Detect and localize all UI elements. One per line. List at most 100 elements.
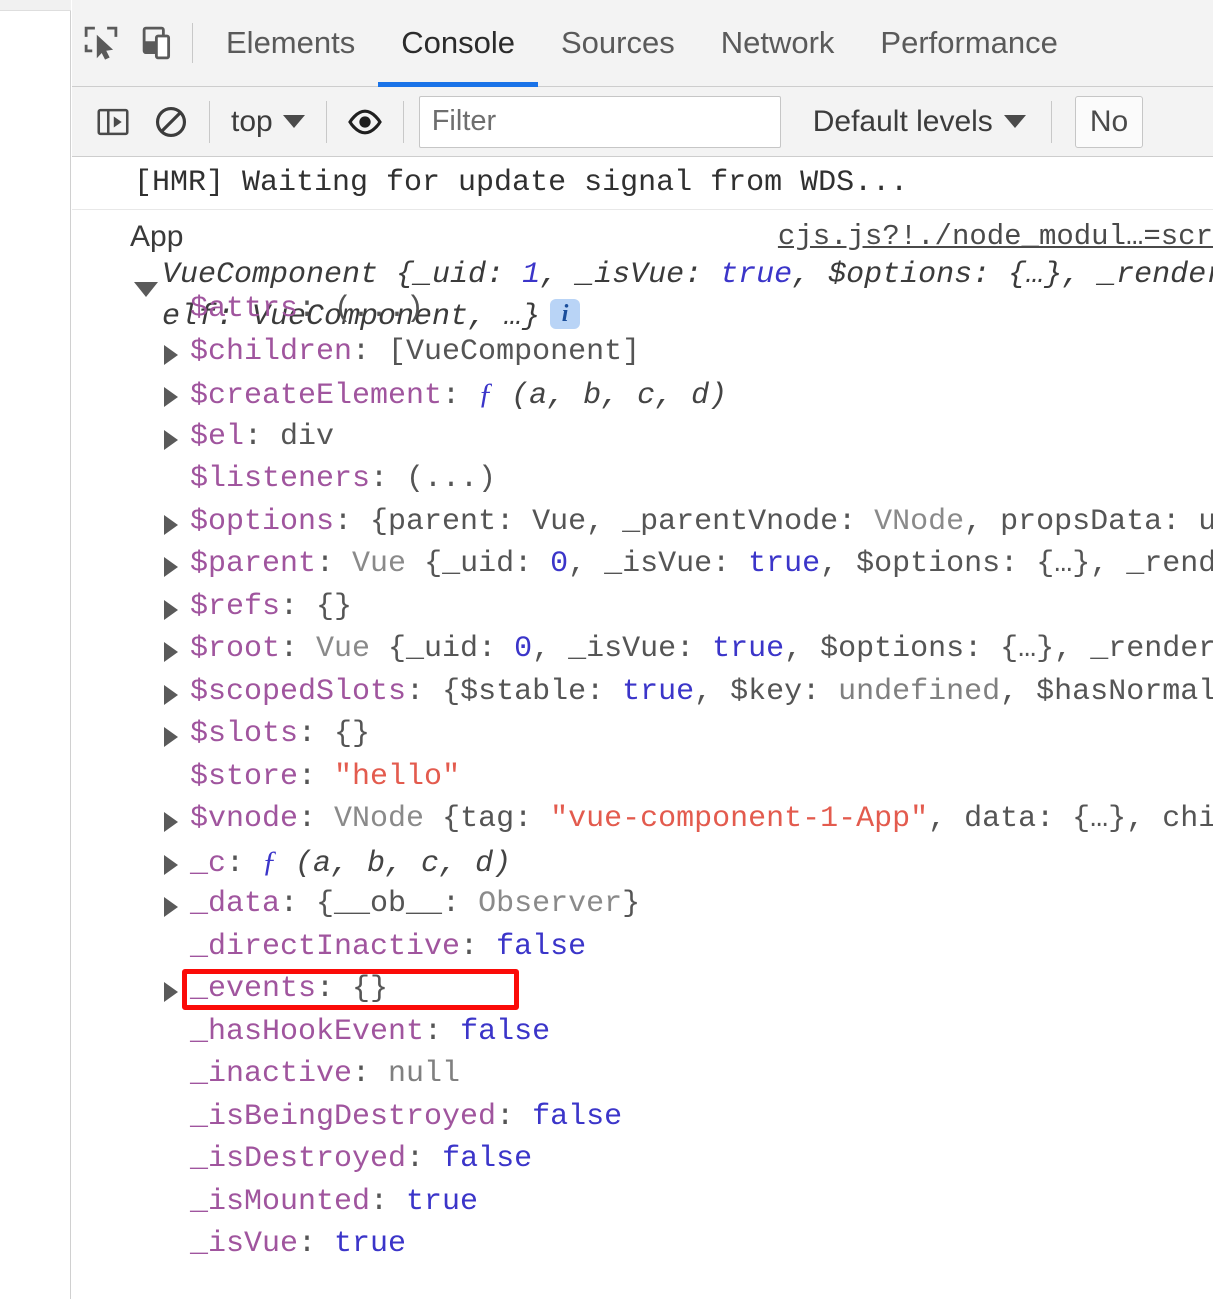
property-row[interactable]: _isMounted: true	[72, 1181, 1213, 1224]
property-key: _directInactive	[190, 929, 461, 964]
property-value-part: {parent: Vue, _parentVnode:	[370, 504, 875, 539]
object-property-list: $attrs: (...) $children: [VueComponent] $c…	[72, 288, 1213, 1266]
clear-console-icon[interactable]	[142, 91, 200, 153]
property-key: $parent	[190, 547, 317, 581]
property-row[interactable]: $listeners: (...)	[72, 458, 1213, 501]
property-value-part: {_uid:	[406, 547, 551, 581]
property-colon: :	[280, 632, 317, 666]
log-origin-label: App	[130, 220, 184, 253]
expand-triangle-icon[interactable]	[164, 982, 178, 1002]
property-colon: :	[442, 379, 479, 413]
console-output[interactable]: [HMR] Waiting for update signal from WDS…	[72, 157, 1213, 1298]
property-key: $slots	[190, 717, 299, 751]
expand-triangle-icon[interactable]	[164, 642, 178, 662]
tab-performance[interactable]: Performance	[857, 0, 1080, 87]
property-value-part: {__ob__:	[316, 887, 479, 921]
property-key: $listeners	[190, 462, 371, 496]
property-key: $store	[190, 759, 299, 794]
source-location-link[interactable]: cjs.js?!./node_modul…=scr	[778, 216, 1213, 258]
property-row[interactable]: _data: {__ob__: Observer}	[72, 883, 1213, 926]
property-colon: :	[298, 717, 335, 751]
expand-triangle-icon[interactable]	[164, 684, 178, 705]
filter-input[interactable]: Filter	[418, 95, 781, 148]
property-value-part: , _isVue:	[568, 547, 749, 581]
toolbar-divider-1	[209, 100, 210, 143]
property-key: _isBeingDestroyed	[190, 1099, 497, 1134]
property-colon: :	[406, 674, 443, 709]
property-row[interactable]: $slots: {}	[72, 713, 1213, 756]
property-key: $options	[190, 504, 335, 539]
preview-isvue-value: true	[720, 258, 793, 292]
property-row[interactable]: $attrs: (...)	[72, 288, 1213, 331]
console-toolbar: top Filter Default levels No	[72, 87, 1213, 157]
property-value-part: (...)	[334, 292, 425, 326]
property-value-part: , $key:	[694, 674, 839, 709]
tab-elements[interactable]: Elements	[203, 0, 378, 87]
expand-triangle-icon[interactable]	[164, 727, 178, 747]
property-row[interactable]: _isDestroyed: false	[72, 1138, 1213, 1181]
property-row[interactable]: _events: {}	[72, 968, 1213, 1011]
property-key: $createElement	[190, 379, 443, 413]
expand-triangle-icon[interactable]	[164, 897, 178, 917]
property-value-part: true	[334, 1227, 407, 1261]
property-row[interactable]: $root: Vue {_uid: 0, _isVue: true, $opti…	[72, 628, 1213, 671]
property-row[interactable]: _c: ƒ (a, b, c, d)	[72, 841, 1213, 884]
preview-text-b: , _isVue:	[540, 258, 721, 292]
console-message-hmr[interactable]: [HMR] Waiting for update signal from WDS…	[72, 157, 1213, 210]
property-key: $refs	[190, 589, 281, 624]
expand-triangle-icon[interactable]	[164, 429, 178, 450]
property-value-part: [VueComponent]	[388, 334, 641, 369]
property-value-part: Vue	[352, 547, 407, 581]
property-value-part: (...)	[406, 462, 497, 496]
property-row[interactable]: $scopedSlots: {$stable: true, $key: unde…	[72, 671, 1213, 714]
property-row[interactable]: $vnode: VNode {tag: "vue-component-1-App…	[72, 798, 1213, 841]
tab-performance-label: Performance	[880, 25, 1058, 60]
chevron-down-icon	[1003, 115, 1026, 128]
log-levels-selector[interactable]: Default levels	[797, 105, 1042, 139]
expand-triangle-icon[interactable]	[164, 557, 178, 577]
expand-triangle-icon[interactable]	[164, 514, 178, 535]
inspect-element-icon[interactable]	[72, 0, 130, 87]
tab-network[interactable]: Network	[698, 0, 858, 87]
hmr-message-text: [HMR] Waiting for update signal from WDS…	[134, 166, 909, 200]
property-row[interactable]: $store: "hello"	[72, 756, 1213, 799]
tabbar-divider	[192, 23, 193, 63]
property-colon: :	[370, 462, 407, 496]
filter-placeholder: Filter	[431, 105, 497, 137]
tab-sources[interactable]: Sources	[538, 0, 698, 87]
live-expression-icon[interactable]	[336, 91, 394, 153]
tab-console[interactable]: Console	[378, 0, 538, 87]
property-row[interactable]: _inactive: null	[72, 1053, 1213, 1096]
console-sidebar-icon[interactable]	[84, 91, 142, 153]
no-issues-button[interactable]: No	[1074, 95, 1144, 148]
property-value-part: "hello"	[334, 759, 461, 794]
expand-triangle-icon[interactable]	[164, 854, 178, 875]
property-row[interactable]: _isVue: true	[72, 1223, 1213, 1266]
property-row[interactable]: $children: [VueComponent]	[72, 331, 1213, 374]
property-value-part: Vue	[316, 632, 371, 666]
property-value-part: 0	[550, 547, 569, 581]
device-toolbar-icon[interactable]	[130, 0, 188, 87]
execution-context-selector[interactable]: top	[219, 105, 317, 139]
property-colon: :	[280, 887, 317, 921]
property-row[interactable]: $parent: Vue {_uid: 0, _isVue: true, $op…	[72, 543, 1213, 586]
property-value-part: (a, b, c, d)	[277, 846, 512, 881]
expand-triangle-icon[interactable]	[164, 812, 178, 832]
property-row[interactable]: $el: div	[72, 416, 1213, 459]
property-key: _data	[190, 887, 281, 921]
property-row[interactable]: $refs: {}	[72, 586, 1213, 629]
property-row[interactable]: _isBeingDestroyed: false	[72, 1096, 1213, 1139]
property-value-part: , $options: {…}, _renderP	[784, 632, 1213, 666]
property-value-part: true	[712, 632, 785, 666]
property-row[interactable]: _hasHookEvent: false	[72, 1011, 1213, 1054]
expand-triangle-icon[interactable]	[164, 387, 178, 407]
expand-triangle-icon[interactable]	[164, 344, 178, 365]
chevron-down-icon	[282, 115, 305, 128]
expand-triangle-icon[interactable]	[164, 599, 178, 620]
preview-uid-value: 1	[522, 258, 541, 292]
log-levels-label: Default levels	[812, 104, 993, 138]
property-row[interactable]: $options: {parent: Vue, _parentVnode: VN…	[72, 501, 1213, 544]
property-row[interactable]: _directInactive: false	[72, 926, 1213, 969]
property-row[interactable]: $createElement: ƒ (a, b, c, d)	[72, 373, 1213, 416]
property-value-part: true	[748, 547, 821, 581]
